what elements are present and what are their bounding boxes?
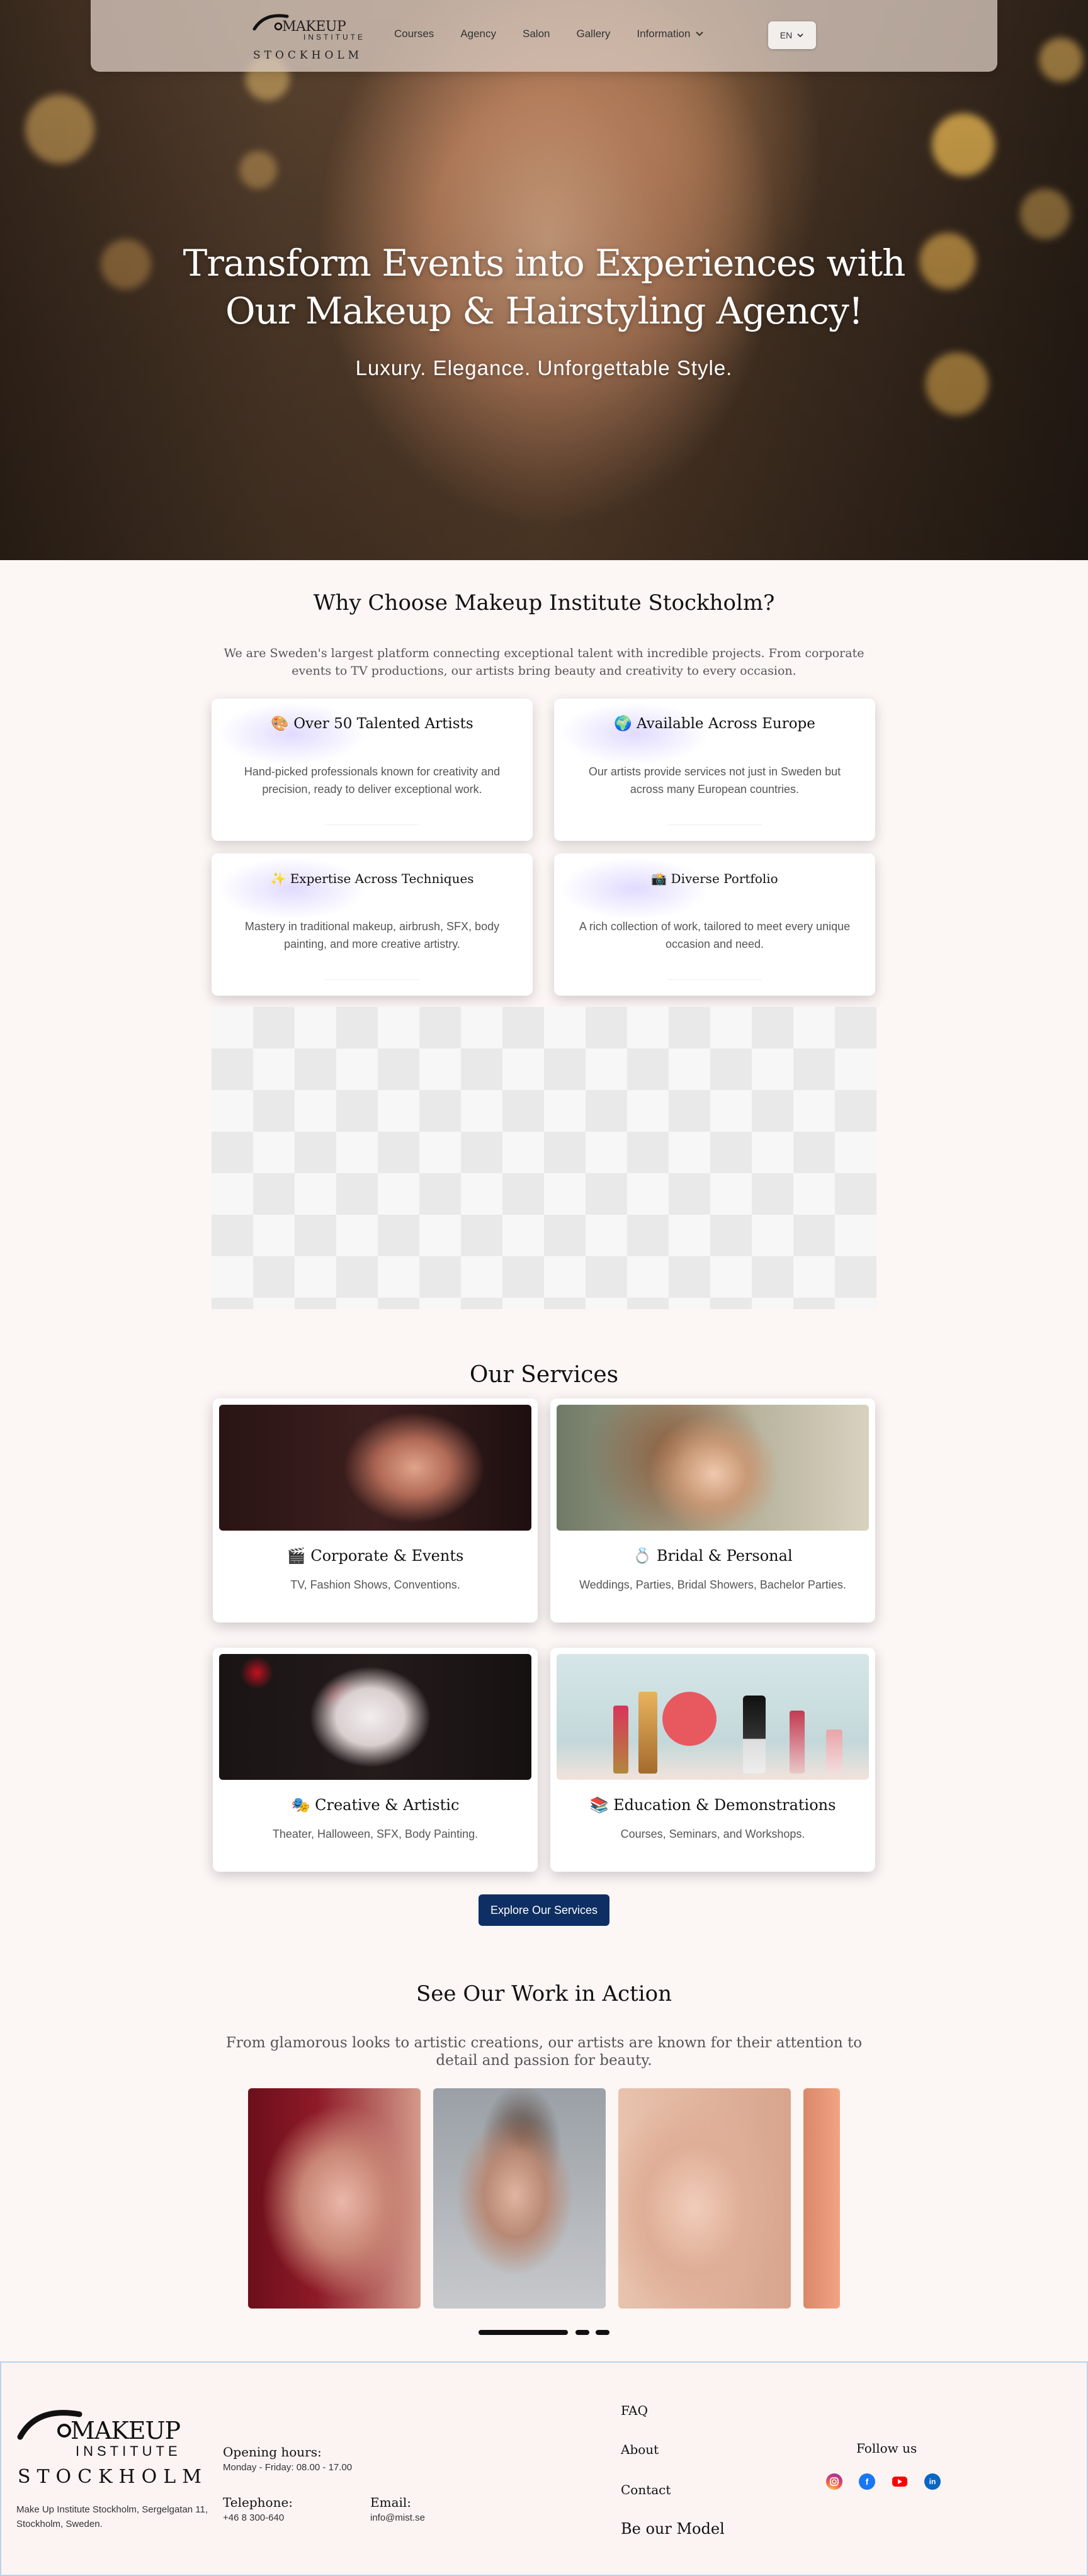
- hero-title-line-1: Transform Events into Experiences with: [183, 242, 906, 284]
- gallery-image[interactable]: [248, 2088, 421, 2309]
- feature-card-title: 🌍 Available Across Europe: [614, 716, 815, 732]
- feature-card-description: Mastery in traditional makeup, airbrush,…: [244, 920, 500, 950]
- chevron-down-icon: [797, 33, 803, 38]
- service-card-bridal[interactable]: 💍 Bridal & Personal Weddings, Parties, B…: [550, 1398, 875, 1623]
- footer-link-about[interactable]: About: [621, 2442, 659, 2457]
- nav-link-courses[interactable]: Courses: [394, 28, 434, 40]
- work-section-title: See Our Work in Action: [416, 1981, 672, 2006]
- footer-logo-line-1: MAKEUP: [71, 2417, 181, 2444]
- image-placeholder: [212, 1007, 876, 1309]
- globe-icon: 🌍: [614, 716, 632, 732]
- books-icon: 📚: [589, 1796, 609, 1814]
- service-title: 📚 Education & Demonstrations: [589, 1796, 836, 1814]
- language-selector[interactable]: EN: [768, 21, 816, 49]
- opening-hours-label: Opening hours:: [223, 2444, 322, 2460]
- footer-logo-line-3: STOCKHOLM: [18, 2466, 208, 2488]
- telephone-value[interactable]: +46 8 300-640: [223, 2512, 284, 2523]
- feature-card-title: 📸 Diverse Portfolio: [651, 871, 778, 886]
- gallery-image[interactable]: [803, 2088, 840, 2309]
- service-title: 🎬 Corporate & Events: [286, 1547, 464, 1565]
- service-image: [557, 1654, 869, 1780]
- work-carousel[interactable]: [248, 2088, 840, 2309]
- email-value[interactable]: info@mist.se: [370, 2512, 425, 2523]
- instagram-icon[interactable]: [826, 2473, 842, 2490]
- opening-hours-value: Monday - Friday: 08.00 - 17.00: [223, 2462, 353, 2473]
- carousel-dot-active[interactable]: [479, 2330, 568, 2335]
- follow-us-label: Follow us: [856, 2441, 917, 2456]
- feature-card: 🎨 Over 50 Talented Artists Hand-picked p…: [212, 699, 533, 841]
- hero-subtitle: Luxury. Elegance. Unforgettable Style.: [355, 356, 733, 380]
- work-section-intro: From glamorous looks to artistic creatio…: [225, 2035, 863, 2069]
- feature-card-description: A rich collection of work, tailored to m…: [579, 920, 851, 950]
- palette-icon: 🎨: [271, 716, 289, 732]
- service-card-education[interactable]: 📚 Education & Demonstrations Courses, Se…: [550, 1648, 875, 1872]
- logo-line-3: STOCKHOLM: [253, 49, 363, 62]
- feature-card: 📸 Diverse Portfolio A rich collection of…: [554, 853, 875, 996]
- youtube-icon[interactable]: [892, 2473, 908, 2490]
- nav-link-agency[interactable]: Agency: [460, 28, 496, 40]
- nav-dropdown-information[interactable]: Information: [637, 28, 704, 40]
- service-description: Weddings, Parties, Bridal Showers, Bache…: [579, 1578, 846, 1591]
- hero-title: Transform Events into Experiences with O…: [166, 239, 922, 335]
- service-title: 💍 Bridal & Personal: [633, 1547, 793, 1565]
- why-section-title: Why Choose Makeup Institute Stockholm?: [313, 590, 775, 616]
- footer-link-be-our-model[interactable]: Be our Model: [621, 2520, 725, 2538]
- hero-title-line-2: Our Makeup & Hairstyling Agency!: [225, 290, 863, 332]
- service-description: Courses, Seminars, and Workshops.: [620, 1828, 805, 1840]
- logo-line-2: INSTITUTE: [303, 33, 365, 42]
- footer-link-faq[interactable]: FAQ: [621, 2403, 648, 2418]
- theater-masks-icon: 🎭: [291, 1796, 310, 1814]
- service-image: [219, 1405, 531, 1531]
- facebook-icon[interactable]: f: [859, 2473, 875, 2490]
- gallery-image[interactable]: [433, 2088, 606, 2309]
- services-section-title: Our Services: [469, 1362, 619, 1388]
- chevron-down-icon: [696, 31, 704, 37]
- telephone-label: Telephone:: [223, 2495, 293, 2510]
- feature-card: 🌍 Available Across Europe Our artists pr…: [554, 699, 875, 841]
- site-footer: MAKEUP INSTITUTE STOCKHOLM Make Up Insti…: [0, 2361, 1088, 2576]
- service-card-corporate[interactable]: 🎬 Corporate & Events TV, Fashion Shows, …: [213, 1398, 538, 1623]
- clapperboard-icon: 🎬: [286, 1547, 306, 1565]
- nav-link-salon[interactable]: Salon: [523, 28, 550, 40]
- feature-card-title: 🎨 Over 50 Talented Artists: [271, 716, 473, 732]
- carousel-pagination: [0, 2330, 1088, 2336]
- service-card-creative[interactable]: 🎭 Creative & Artistic Theater, Halloween…: [213, 1648, 538, 1872]
- nav-information-label: Information: [637, 28, 691, 40]
- site-logo[interactable]: MAKEUP INSTITUTE STOCKHOLM: [252, 9, 363, 65]
- explore-services-button[interactable]: Explore Our Services: [479, 1894, 609, 1926]
- nav-links: Courses Agency Salon Gallery Information: [394, 28, 730, 40]
- top-navigation: MAKEUP INSTITUTE STOCKHOLM Courses Agenc…: [91, 0, 997, 72]
- footer-link-contact[interactable]: Contact: [621, 2482, 671, 2497]
- service-description: Theater, Halloween, SFX, Body Painting.: [272, 1828, 479, 1840]
- carousel-dot[interactable]: [575, 2330, 589, 2335]
- nav-link-gallery[interactable]: Gallery: [577, 28, 611, 40]
- hero-banner: Transform Events into Experiences with O…: [0, 0, 1088, 560]
- service-image: [557, 1405, 869, 1531]
- feature-card-description: Our artists provide services not just in…: [588, 765, 841, 796]
- feature-card: ✨ Expertise Across Techniques Mastery in…: [212, 853, 533, 996]
- carousel-dot[interactable]: [596, 2330, 609, 2335]
- gallery-image[interactable]: [618, 2088, 791, 2309]
- linkedin-icon[interactable]: in: [924, 2473, 941, 2490]
- language-label: EN: [779, 30, 793, 40]
- sparkles-icon: ✨: [270, 871, 286, 886]
- service-description: TV, Fashion Shows, Conventions.: [290, 1578, 460, 1591]
- ring-icon: 💍: [633, 1547, 652, 1565]
- footer-address: Make Up Institute Stockholm, Sergelgatan…: [16, 2504, 208, 2529]
- footer-logo-line-2: INSTITUTE: [76, 2443, 181, 2459]
- service-image: [219, 1654, 531, 1780]
- camera-icon: 📸: [651, 871, 667, 886]
- why-section-intro: We are Sweden's largest platform connect…: [224, 646, 864, 678]
- feature-card-description: Hand-picked professionals known for crea…: [244, 765, 501, 796]
- email-label: Email:: [370, 2495, 412, 2510]
- service-title: 🎭 Creative & Artistic: [291, 1796, 460, 1814]
- feature-card-title: ✨ Expertise Across Techniques: [270, 871, 474, 886]
- footer-logo[interactable]: MAKEUP INSTITUTE STOCKHOLM: [16, 2403, 201, 2488]
